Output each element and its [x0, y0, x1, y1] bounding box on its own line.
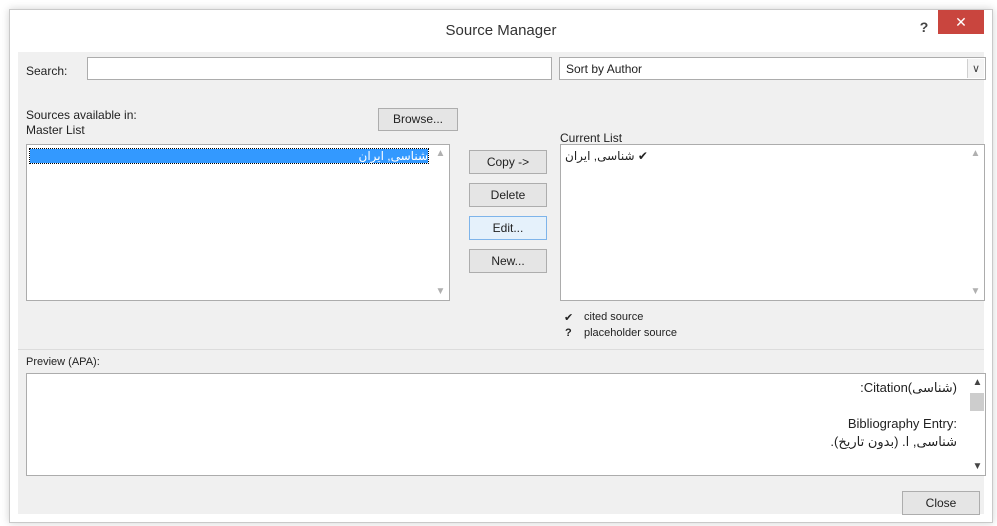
current-list-scrollbar[interactable]: ▲ ▼: [967, 145, 984, 300]
scroll-up-icon[interactable]: ▲: [432, 145, 449, 162]
title-bar: Source Manager ? ✕: [10, 10, 992, 52]
divider: [18, 349, 984, 350]
scroll-thumb[interactable]: [970, 393, 984, 411]
search-input[interactable]: [87, 57, 552, 80]
preview-scrollbar[interactable]: ▲ ▼: [969, 374, 985, 475]
dialog-body: Search: Sort by Author ∨ Sources availab…: [18, 52, 986, 515]
close-button[interactable]: Close: [902, 491, 980, 515]
chevron-down-icon[interactable]: ∨: [967, 59, 984, 78]
delete-button[interactable]: Delete: [469, 183, 547, 207]
scroll-down-icon[interactable]: ▼: [969, 458, 986, 475]
preview-citation: :Citation(شناسی): [860, 380, 957, 395]
cited-source-label: cited source: [584, 311, 644, 323]
search-label: Search:: [26, 64, 68, 78]
scroll-down-icon[interactable]: ▼: [432, 283, 449, 300]
edit-button[interactable]: Edit...: [469, 216, 547, 240]
current-list-item[interactable]: شناسی, ایران ✔: [565, 149, 648, 163]
close-window-button[interactable]: ✕: [938, 10, 984, 34]
preview-box[interactable]: :Citation(شناسی) Bibliography Entry: شنا…: [26, 373, 986, 476]
preview-label: Preview (APA):: [26, 356, 100, 368]
master-list-label: Master List: [26, 123, 85, 137]
browse-button[interactable]: Browse...: [378, 108, 458, 131]
dialog-title: Source Manager: [445, 22, 557, 39]
master-list-item[interactable]: شناسی, ایران: [29, 148, 429, 164]
copy-button[interactable]: Copy ->: [469, 150, 547, 174]
placeholder-source-label: placeholder source: [584, 327, 677, 339]
new-button[interactable]: New...: [469, 249, 547, 273]
preview-bibliography-heading: Bibliography Entry:: [847, 416, 957, 431]
current-list-item-text: شناسی, ایران: [565, 149, 635, 163]
preview-bibliography-text: شناسی, ا. (بدون تاریخ).: [830, 434, 957, 449]
help-button[interactable]: ?: [914, 17, 934, 37]
cited-check-icon: ✔: [637, 149, 648, 163]
current-list-label: Current List: [560, 131, 623, 145]
current-list[interactable]: شناسی, ایران ✔ ▲ ▼: [560, 144, 985, 301]
sort-dropdown[interactable]: Sort by Author ∨: [559, 57, 986, 80]
master-list-scrollbar[interactable]: ▲ ▼: [432, 145, 449, 300]
check-icon: ✔: [564, 312, 574, 324]
question-icon: ?: [565, 327, 572, 339]
source-manager-dialog: Source Manager ? ✕ Search: Sort by Autho…: [9, 9, 993, 523]
sort-selected-value: Sort by Author: [566, 62, 643, 76]
scroll-down-icon[interactable]: ▼: [967, 283, 984, 300]
sources-available-label: Sources available in:: [26, 108, 137, 122]
master-list[interactable]: شناسی, ایران ▲ ▼: [26, 144, 450, 301]
scroll-up-icon[interactable]: ▲: [969, 374, 986, 391]
scroll-up-icon[interactable]: ▲: [967, 145, 984, 162]
